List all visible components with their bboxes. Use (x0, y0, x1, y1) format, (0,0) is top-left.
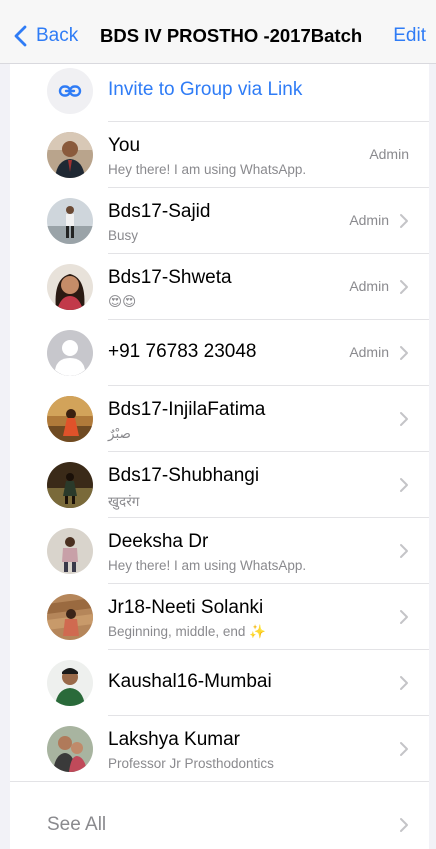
see-all-label: See All (47, 814, 107, 835)
admin-badge: Admin (349, 278, 389, 294)
participant-name: You (108, 135, 141, 156)
participant-status: Professor Jr Prosthodontics (108, 756, 274, 771)
see-all-button[interactable]: See All (10, 790, 429, 849)
admin-badge: Admin (369, 146, 409, 162)
participant-status: Beginning, middle, end ✨ (108, 624, 266, 639)
chevron-left-icon (14, 25, 27, 47)
participants-card: Invite to Group via Link You Hey there! … (10, 64, 429, 849)
participant-status: Hey there! I am using WhatsApp. (108, 558, 307, 573)
participant-name: Kaushal16-Mumbai (108, 671, 272, 692)
participant-name: Deeksha Dr (108, 531, 209, 552)
chevron-right-icon (400, 346, 408, 360)
back-button[interactable]: Back (12, 22, 78, 50)
chevron-right-icon (400, 478, 408, 492)
avatar (47, 198, 93, 244)
participant-status: Hey there! I am using WhatsApp. (108, 162, 307, 177)
default-avatar-icon (47, 330, 93, 376)
divider (10, 781, 429, 782)
chevron-right-icon (400, 214, 408, 228)
chevron-right-icon (400, 742, 408, 756)
chevron-right-icon (400, 412, 408, 426)
participant-status: Busy (108, 228, 139, 243)
participant-name: Lakshya Kumar (108, 729, 241, 750)
avatar (47, 264, 93, 310)
participant-name: +91 76783 23048 (108, 341, 257, 362)
participant-name: Bds17-Shubhangi (108, 465, 260, 486)
page-title: BDS IV PROSTHO -2017Batch (100, 25, 363, 46)
participant-name: Bds17-InjilaFatima (108, 399, 266, 420)
avatar (47, 660, 93, 706)
participant-name: Bds17-Shweta (108, 267, 232, 288)
edit-button[interactable]: Edit (393, 25, 426, 47)
avatar (47, 462, 93, 508)
chevron-right-icon (400, 544, 408, 558)
participant-row-phone[interactable]: +91 76783 23048 Admin (10, 320, 429, 386)
participant-row-kaushal16-mumbai[interactable]: Kaushal16-Mumbai (10, 650, 429, 716)
admin-badge: Admin (349, 344, 389, 360)
chevron-right-icon (400, 610, 408, 624)
avatar (47, 132, 93, 178)
participant-row-lakshya-kumar[interactable]: Lakshya Kumar Professor Jr Prosthodontic… (10, 716, 429, 782)
chevron-right-icon (400, 676, 408, 690)
avatar (47, 594, 93, 640)
participant-row-sajid[interactable]: Bds17-Sajid Busy Admin (10, 188, 429, 254)
chevron-right-icon (400, 280, 408, 294)
avatar (47, 528, 93, 574)
participant-status: 😍😍 (108, 294, 137, 309)
avatar (47, 726, 93, 772)
invite-via-link-row[interactable]: Invite to Group via Link (10, 64, 429, 122)
back-label: Back (36, 25, 79, 46)
invite-label: Invite to Group via Link (108, 79, 303, 100)
admin-badge: Admin (349, 212, 389, 228)
link-icon-circle (47, 68, 93, 114)
avatar (47, 396, 93, 442)
right-gutter (429, 64, 436, 849)
participant-row-neeti-solanki[interactable]: Jr18-Neeti Solanki Beginning, middle, en… (10, 584, 429, 650)
participant-row-deeksha[interactable]: Deeksha Dr Hey there! I am using WhatsAp… (10, 518, 429, 584)
participant-row-shweta[interactable]: Bds17-Shweta 😍😍 Admin (10, 254, 429, 320)
participant-name: Bds17-Sajid (108, 201, 211, 222)
participant-status: صبْرٌ (108, 426, 131, 441)
link-icon (58, 85, 82, 97)
navigation-bar: Back BDS IV PROSTHO -2017Batch Edit (0, 0, 436, 64)
participant-name: Jr18-Neeti Solanki (108, 597, 264, 618)
participant-row-injilafatima[interactable]: Bds17-InjilaFatima صبْرٌ (10, 386, 429, 452)
participant-row-shubhangi[interactable]: Bds17-Shubhangi खुदरंग (10, 452, 429, 518)
participant-row-you[interactable]: You Hey there! I am using WhatsApp. Admi… (10, 122, 429, 188)
chevron-right-icon (400, 818, 408, 832)
participant-status: खुदरंग (108, 494, 140, 509)
